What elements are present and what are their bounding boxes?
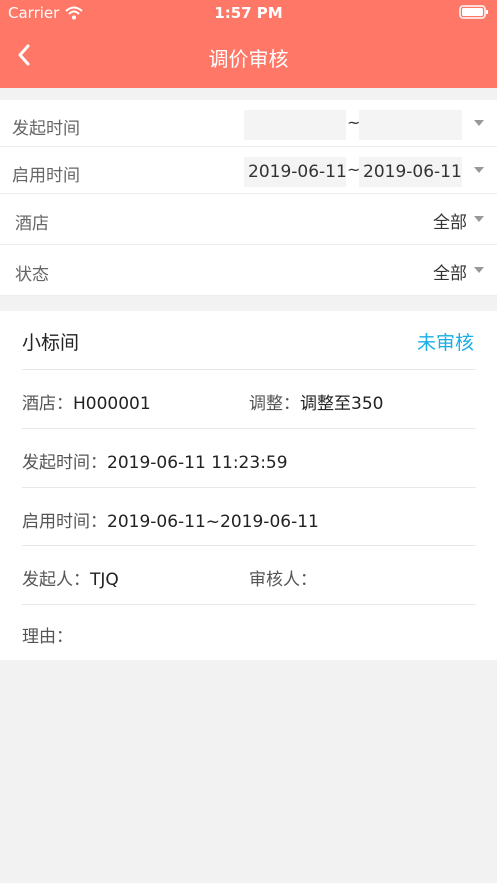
price-adjustment-card[interactable]: 小标间 未审核 酒店：H000001 调整：调整至350 发起时间：2019-0…	[0, 311, 497, 660]
filter-panel: 发起时间 ~ 启用时间 2019-06-11 ~ 2019-06-11 酒店 全…	[0, 100, 497, 296]
hotel-filter-label: 酒店	[15, 214, 49, 234]
divider	[22, 428, 476, 429]
adjust-field-value: 调整至350	[300, 394, 384, 414]
hotel-filter-value[interactable]: 全部	[433, 208, 467, 233]
reviewer-field: 审核人：	[249, 565, 317, 590]
page-title: 调价审核	[208, 47, 289, 71]
divider	[22, 545, 476, 546]
enable-time-to-input[interactable]: 2019-06-11	[359, 157, 462, 187]
adjust-field: 调整：调整至350	[249, 389, 383, 414]
enable-time-label: 启用时间	[12, 166, 80, 186]
status-time: 1:57 PM	[214, 4, 283, 22]
battery-icon	[459, 5, 488, 19]
hotel-field-label: 酒店：	[22, 394, 73, 414]
initiator-field: 发起人：TJQ	[22, 565, 119, 590]
enable-time-filter: 启用时间 2019-06-11 ~ 2019-06-11	[0, 147, 497, 194]
divider	[22, 604, 476, 605]
hotel-field-value: H000001	[73, 394, 151, 414]
initiated-time-field: 发起时间：2019-06-11 11:23:59	[22, 448, 288, 473]
adjust-field-label: 调整：	[249, 394, 300, 414]
start-time-from-input[interactable]	[244, 110, 346, 140]
initiator-value: TJQ	[90, 570, 119, 590]
enable-time-field-label: 启用时间：	[22, 512, 107, 532]
reviewer-label: 审核人：	[249, 570, 317, 590]
enable-time-from-input[interactable]: 2019-06-11	[244, 157, 347, 187]
start-time-to-input[interactable]	[359, 110, 462, 140]
status-filter[interactable]: 状态 全部	[0, 245, 497, 296]
caret-down-icon[interactable]	[474, 216, 484, 222]
reason-field: 理由：	[22, 622, 73, 647]
initiator-label: 发起人：	[22, 570, 90, 590]
status-filter-value[interactable]: 全部	[433, 259, 467, 284]
status-filter-label: 状态	[15, 265, 49, 285]
initiated-time-value: 2019-06-11 11:23:59	[107, 453, 288, 473]
caret-down-icon[interactable]	[474, 167, 484, 173]
start-time-filter: 发起时间 ~	[0, 100, 497, 147]
app-header: Carrier 1:57 PM 调价审核	[0, 0, 497, 88]
reason-label: 理由：	[22, 627, 73, 647]
hotel-field: 酒店：H000001	[22, 389, 151, 414]
room-type-title: 小标间	[22, 332, 80, 354]
caret-down-icon[interactable]	[474, 267, 484, 273]
initiated-time-label: 发起时间：	[22, 453, 107, 473]
enable-time-field-value: 2019-06-11~2019-06-11	[107, 512, 319, 532]
divider	[22, 369, 476, 370]
hotel-filter[interactable]: 酒店 全部	[0, 194, 497, 245]
status-bar: Carrier 1:57 PM	[0, 0, 497, 26]
start-time-label: 发起时间	[12, 119, 80, 139]
divider	[22, 487, 476, 488]
review-status-badge: 未审核	[416, 332, 474, 354]
caret-down-icon[interactable]	[474, 120, 484, 126]
enable-time-field: 启用时间：2019-06-11~2019-06-11	[22, 507, 319, 532]
